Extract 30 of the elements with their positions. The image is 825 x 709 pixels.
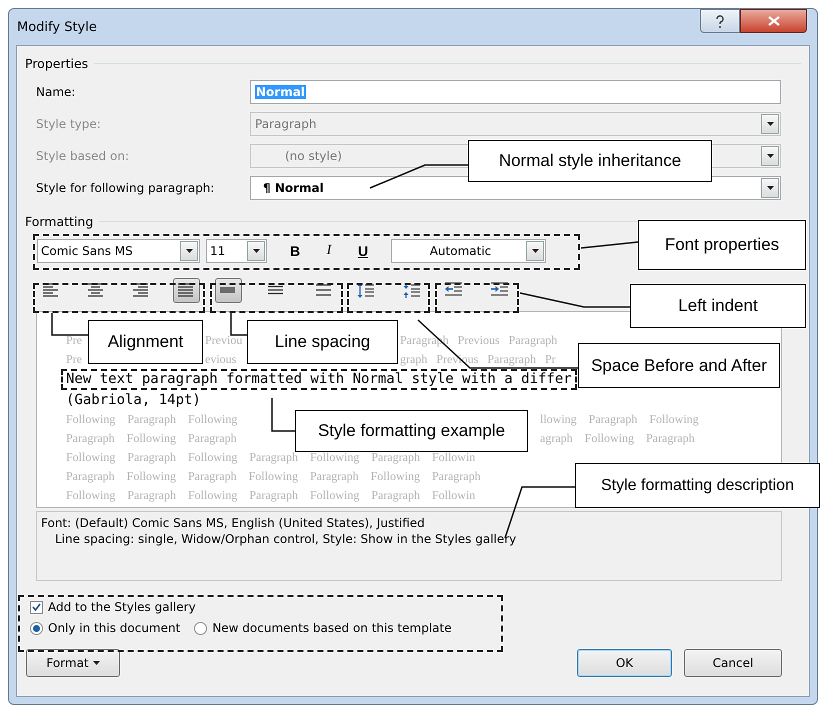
field-label: Style for following paragraph: [36, 181, 216, 195]
field-label: Style type: [36, 117, 102, 131]
preview-text: Following Paragraph Following [66, 411, 238, 428]
annotation-tooltip: Style formatting example [295, 410, 528, 452]
annotation-tooltip: Font properties [638, 220, 806, 270]
section-heading: Properties [25, 56, 88, 70]
preview-text: Pre [66, 351, 82, 368]
annotation-tooltip: Alignment [88, 320, 203, 364]
preview-text: Pre [66, 332, 82, 349]
section-heading: Formatting [25, 214, 94, 228]
preview-text: llowing Paragraph Following [540, 411, 699, 428]
sample-text: (Gabriola, 14pt) [66, 391, 201, 410]
annotation-tooltip: Left indent [630, 284, 806, 328]
window-title: Modify Style [17, 20, 97, 34]
preview-text: agraph Following Paragraph [540, 430, 695, 447]
field-label: Style based on: [36, 149, 130, 163]
preview-text: evious [205, 351, 236, 368]
sample-text: New text paragraph formatted with Normal style with a differ [66, 371, 572, 388]
preview-text: Paragraph Following Paragraph [66, 430, 237, 447]
annotation-tooltip: Space Before and After [578, 343, 780, 388]
preview-text: Following Paragraph Following Paragraph Following Paragraph Followin [66, 487, 476, 504]
annotation-tooltip: Line spacing [247, 320, 398, 364]
preview-text: Following Paragraph Following Paragraph Following Paragraph Followin [66, 449, 476, 466]
annotation-tooltip: Style formatting description [575, 463, 820, 508]
description-text: Font: (Default) Comic Sans MS, English (United States), Justified [41, 516, 426, 530]
field-label: Name: [36, 85, 76, 99]
annotation-tooltip: Normal style inheritance [468, 140, 712, 182]
description-text: Line spacing: single, Widow/Orphan control, Style: Show in the Styles gallery [54, 532, 518, 546]
preview-text: Previou [205, 332, 242, 349]
preview-text: Paragraph Following Paragraph Following Paragraph Following Paragraph [66, 468, 481, 485]
